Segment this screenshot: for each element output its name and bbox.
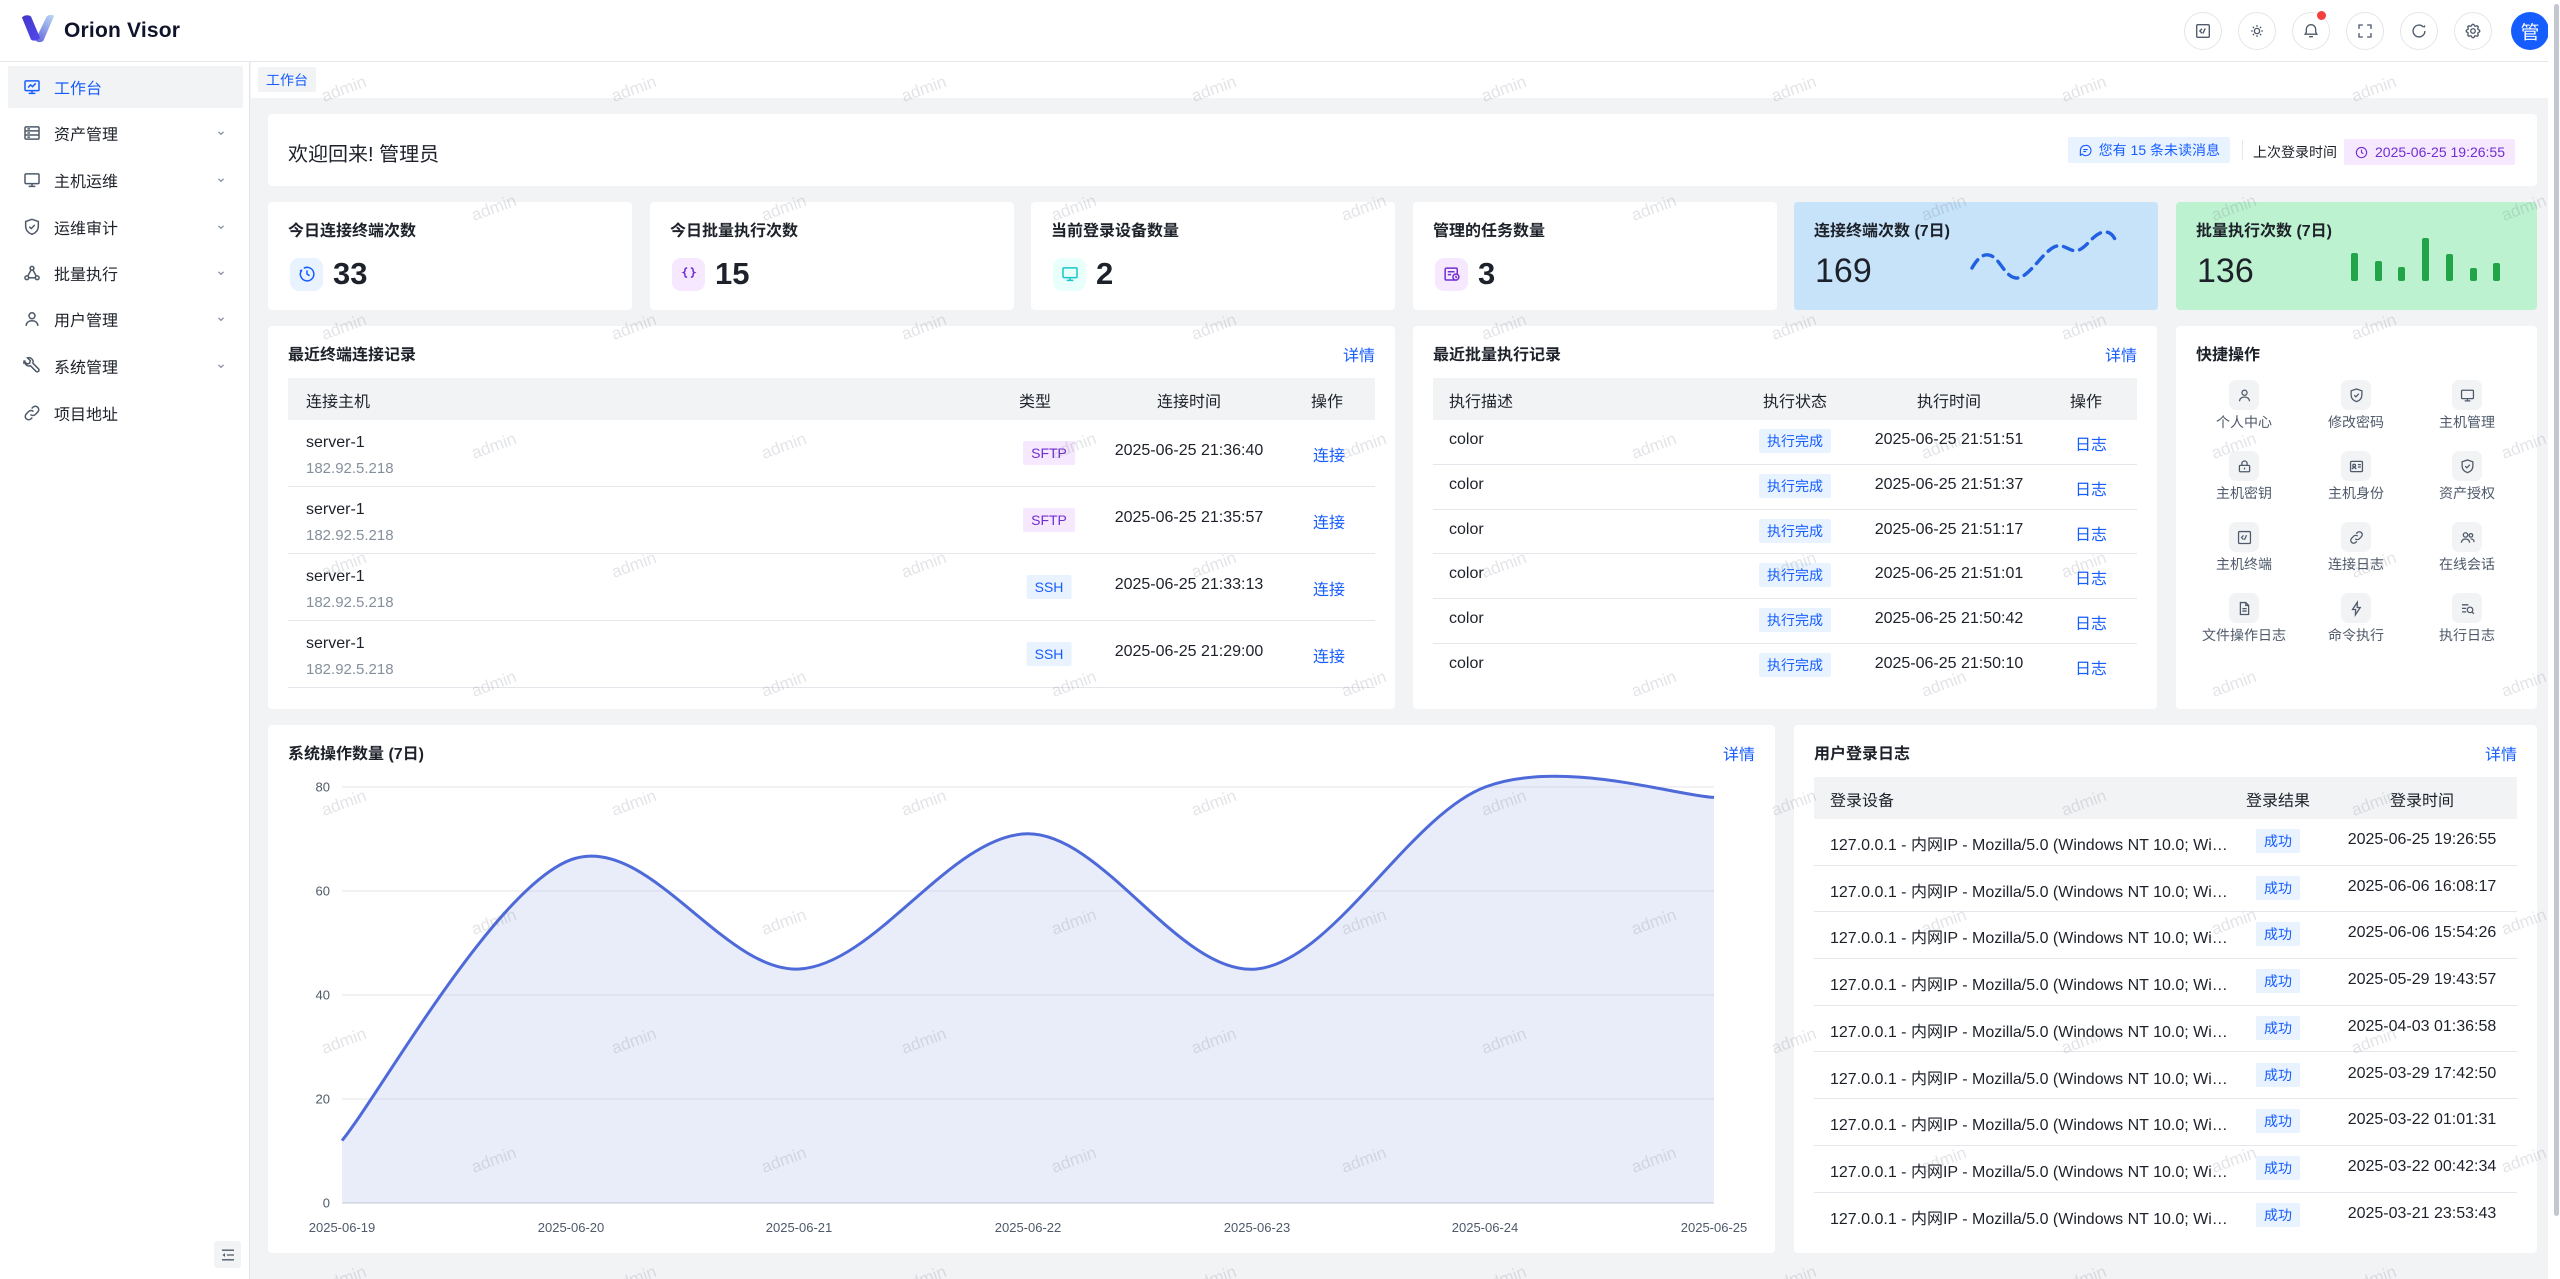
svg-text:2025-06-22: 2025-06-22 xyxy=(995,1220,1062,1235)
svg-text:admin: admin xyxy=(2349,1262,2399,1279)
svg-text:admin: admin xyxy=(1479,1262,1529,1279)
svg-text:admin: admin xyxy=(1189,1262,1239,1279)
svg-text:2025-06-21: 2025-06-21 xyxy=(766,1220,833,1235)
svg-text:80: 80 xyxy=(316,780,330,795)
svg-text:2025-06-24: 2025-06-24 xyxy=(1452,1220,1519,1235)
svg-text:40: 40 xyxy=(316,988,330,1003)
svg-text:2025-06-23: 2025-06-23 xyxy=(1224,1220,1291,1235)
svg-text:2025-06-25: 2025-06-25 xyxy=(1681,1220,1748,1235)
svg-text:admin: admin xyxy=(899,1262,949,1279)
svg-text:2025-06-19: 2025-06-19 xyxy=(309,1220,376,1235)
svg-text:0: 0 xyxy=(323,1196,330,1211)
svg-text:60: 60 xyxy=(316,884,330,899)
svg-text:admin: admin xyxy=(609,1262,659,1279)
svg-text:2025-06-20: 2025-06-20 xyxy=(538,1220,605,1235)
svg-text:20: 20 xyxy=(316,1092,330,1107)
svg-text:admin: admin xyxy=(319,1262,369,1279)
svg-text:admin: admin xyxy=(1769,1262,1819,1279)
svg-text:admin: admin xyxy=(2059,1262,2109,1279)
